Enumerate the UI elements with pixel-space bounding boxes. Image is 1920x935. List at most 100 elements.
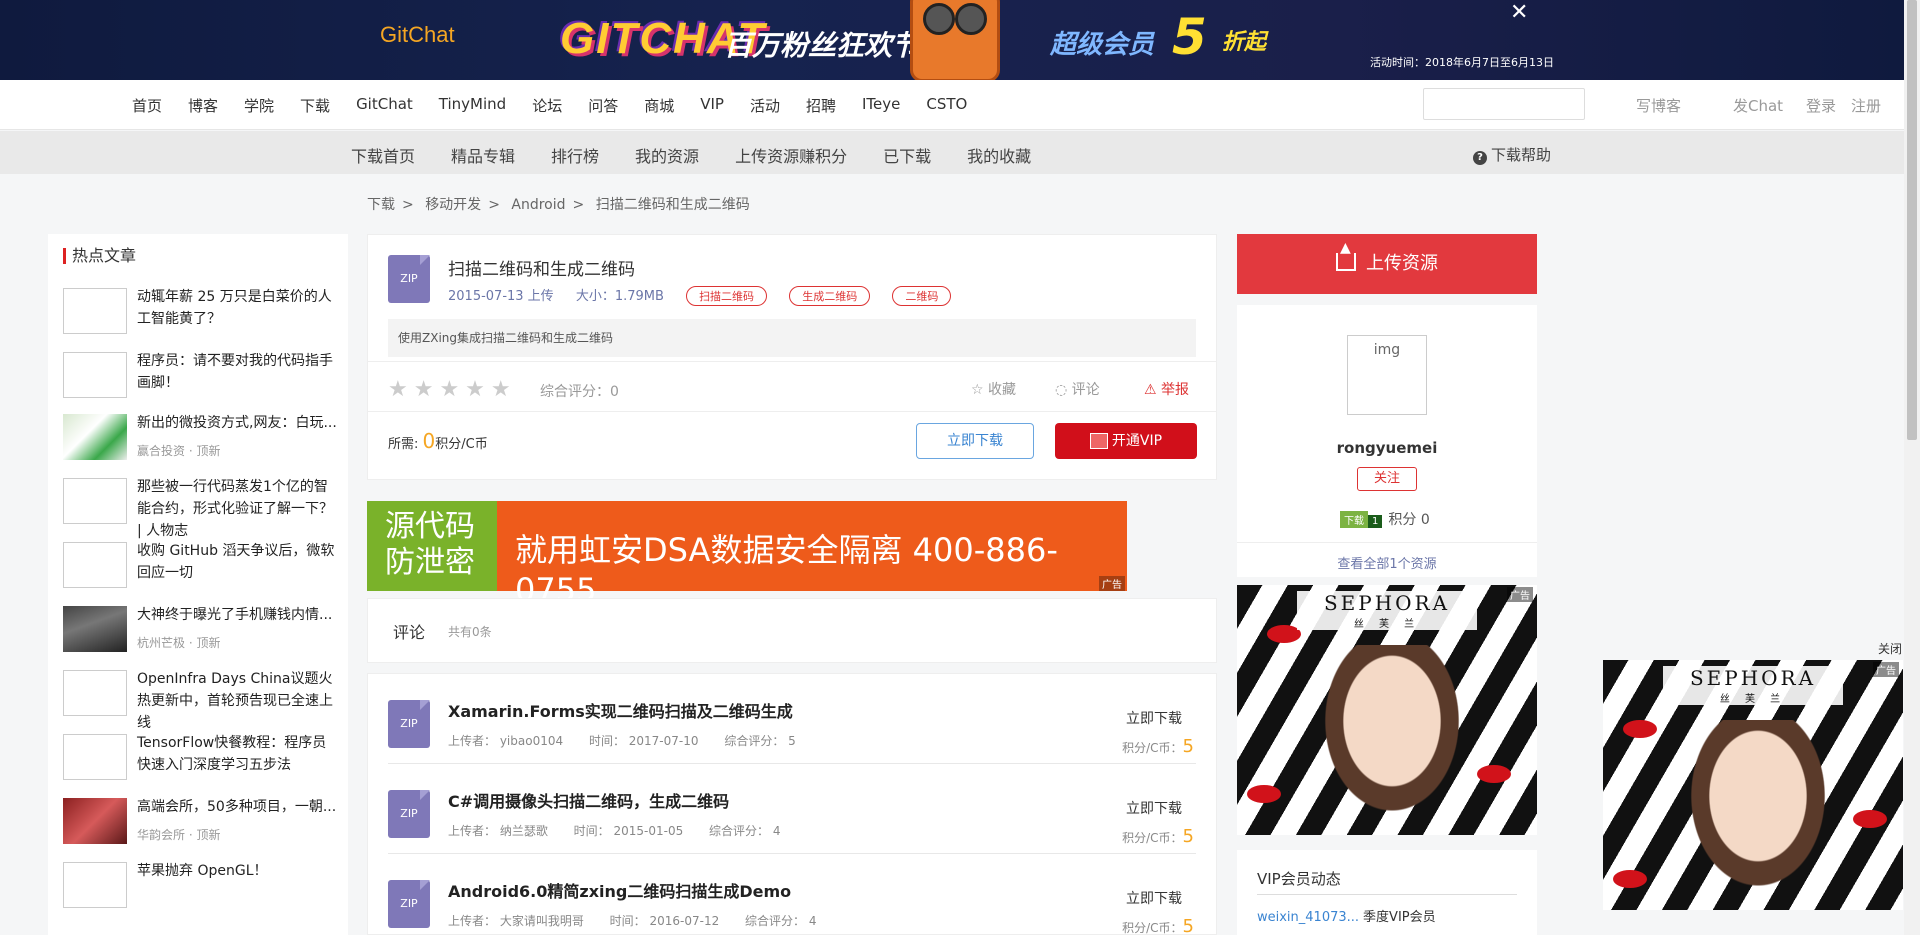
page-scrollbar[interactable] bbox=[1904, 0, 1920, 935]
hot-article-title: 苹果抛弃 OpenGL！ bbox=[137, 863, 268, 879]
rating-stars[interactable]: ★★★★★ bbox=[388, 377, 517, 402]
list-item: ZIP Android6.0精简zxing二维码扫描生成Demo 上传者： 大家… bbox=[388, 854, 1196, 935]
hot-article[interactable]: 动辄年薪 25 万只是白菜价的人工智能黄了？ bbox=[63, 286, 343, 336]
related-points: 积分/C币：5 bbox=[1122, 736, 1194, 757]
tag-qr[interactable]: 二维码 bbox=[892, 286, 952, 306]
breadcrumb-mobile-dev[interactable]: 移动开发 bbox=[425, 197, 481, 213]
zip-file-icon: ZIP bbox=[388, 255, 430, 303]
comments-section: 评论 共有0条 bbox=[367, 598, 1217, 663]
favorite-button[interactable]: ☆ 收藏 bbox=[971, 379, 1016, 399]
hot-article[interactable]: 新出的微投资方式,网友：白玩... 赢合投资 · 顶新 bbox=[63, 412, 343, 462]
hot-article-title: TensorFlow快餐教程：程序员快速入门深度学习五步法 bbox=[137, 735, 327, 773]
nav-events[interactable]: 活动 bbox=[750, 95, 780, 116]
write-blog-link[interactable]: 写博客 bbox=[1636, 95, 1681, 116]
nav-blog[interactable]: 博客 bbox=[188, 95, 218, 116]
search-input[interactable] bbox=[1423, 88, 1585, 120]
nav-vip[interactable]: VIP bbox=[700, 95, 724, 116]
nav-download[interactable]: 下载 bbox=[300, 95, 330, 116]
article-thumbnail bbox=[63, 478, 127, 524]
related-title[interactable]: Android6.0精简zxing二维码扫描生成Demo bbox=[448, 878, 791, 902]
open-vip-button[interactable]: 开通VIP bbox=[1055, 423, 1197, 459]
favorite-label: 收藏 bbox=[988, 382, 1017, 398]
main-nav: 首页 博客 学院 下载 GitChat TinyMind 论坛 问答 商城 VI… bbox=[0, 80, 1904, 130]
zip-file-icon: ZIP bbox=[388, 700, 430, 748]
related-uploader: 上传者： 纳兰瑟歌 bbox=[448, 824, 548, 838]
download-now-button[interactable]: 立即下载 bbox=[916, 423, 1034, 459]
related-title[interactable]: C#调用摄像头扫描二维码，生成二维码 bbox=[448, 788, 729, 812]
article-thumbnail bbox=[63, 798, 127, 844]
report-button[interactable]: ⚠ 举报 bbox=[1144, 379, 1189, 399]
hot-article[interactable]: TensorFlow快餐教程：程序员快速入门深度学习五步法 bbox=[63, 732, 343, 782]
subnav-my-favorites[interactable]: 我的收藏 bbox=[967, 143, 1031, 167]
subnav-downloaded[interactable]: 已下载 bbox=[883, 143, 931, 167]
nav-qa[interactable]: 问答 bbox=[588, 95, 618, 116]
hot-article[interactable]: 苹果抛弃 OpenGL！ bbox=[63, 860, 343, 910]
nav-forum[interactable]: 论坛 bbox=[532, 95, 562, 116]
vip-user-link[interactable]: weixin_41073... bbox=[1257, 910, 1359, 925]
warning-icon: ⚠ bbox=[1144, 382, 1162, 398]
nav-gitchat[interactable]: GitChat bbox=[356, 95, 413, 116]
follow-button[interactable]: 关注 bbox=[1357, 467, 1417, 491]
tag-scan-qr[interactable]: 扫描二维码 bbox=[686, 286, 768, 306]
comment-label: 评论 bbox=[1071, 382, 1100, 398]
lips-icon bbox=[1267, 625, 1301, 643]
chat-bubble-icon: ◌ bbox=[1055, 382, 1072, 398]
nav-tinymind[interactable]: TinyMind bbox=[439, 95, 506, 116]
breadcrumb-current[interactable]: 扫描二维码和生成二维码 bbox=[596, 197, 750, 213]
lips-icon bbox=[1247, 785, 1281, 803]
avatar[interactable]: img bbox=[1347, 335, 1427, 415]
hot-article[interactable]: 收购 GitHub 滔天争议后，微软回应一切 bbox=[63, 540, 343, 590]
dsa-ad-banner[interactable]: 源代码防泄密 就用虹安DSA数据安全隔离 400-886-0755 广告 bbox=[367, 501, 1127, 609]
article-thumbnail bbox=[63, 670, 127, 716]
lips-icon bbox=[1853, 810, 1887, 828]
related-title[interactable]: Xamarin.Forms实现二维码扫描及二维码生成 bbox=[448, 698, 793, 722]
upload-icon bbox=[1336, 241, 1356, 271]
sephora-ad[interactable]: SEPHORA 丝 芙 兰 广告 bbox=[1237, 585, 1537, 835]
promo-brand: GitChat bbox=[380, 22, 455, 47]
star-outline-icon: ☆ bbox=[971, 382, 989, 398]
resource-date: 2015-07-13 上传 bbox=[448, 289, 554, 304]
download-help-link[interactable]: ? 下载帮助 bbox=[1473, 144, 1551, 165]
question-icon: ? bbox=[1473, 151, 1487, 165]
download-subnav: 下载首页 精品专辑 排行榜 我的资源 上传资源赚积分 已下载 我的收藏 ? 下载帮… bbox=[0, 131, 1904, 174]
hot-article[interactable]: 程序员：请不要对我的代码指手画脚！ bbox=[63, 350, 343, 400]
subnav-ranking[interactable]: 排行榜 bbox=[551, 143, 599, 167]
nav-csto[interactable]: CSTO bbox=[926, 95, 967, 116]
hot-article[interactable]: 高端会所，50多种项目，一朝... 华韵会所 · 顶新 bbox=[63, 796, 343, 846]
view-all-resources-link[interactable]: 查看全部1个资源 bbox=[1237, 542, 1537, 572]
related-download-link[interactable]: 立即下载 bbox=[1126, 798, 1182, 818]
promo-close-icon[interactable]: ✕ bbox=[1510, 0, 1528, 25]
nav-iteye[interactable]: ITeye bbox=[862, 95, 900, 116]
subnav-my-resources[interactable]: 我的资源 bbox=[635, 143, 699, 167]
hot-article[interactable]: 那些被一行代码蒸发1个亿的智能合约，形式化验证了解一下？ | 人物志 bbox=[63, 476, 343, 539]
scrollbar-thumb[interactable] bbox=[1907, 0, 1917, 440]
float-ad-close-button[interactable]: 关闭 bbox=[1878, 640, 1902, 657]
tag-gen-qr[interactable]: 生成二维码 bbox=[789, 286, 871, 306]
floating-sephora-ad[interactable]: SEPHORA 丝 芙 兰 广告 bbox=[1603, 660, 1903, 910]
related-download-link[interactable]: 立即下载 bbox=[1126, 708, 1182, 728]
breadcrumb-download[interactable]: 下载 bbox=[367, 197, 395, 213]
robot-illustration bbox=[910, 0, 1000, 80]
login-link[interactable]: 登录 bbox=[1806, 95, 1836, 116]
nav-mall[interactable]: 商城 bbox=[644, 95, 674, 116]
comment-button[interactable]: ◌ 评论 bbox=[1055, 379, 1100, 399]
promo-banner[interactable]: GitChat GITCHAT 百万粉丝狂欢节 超级会员 5 折起 活动时间：2… bbox=[0, 0, 1904, 80]
send-chat-link[interactable]: 发Chat bbox=[1733, 95, 1783, 116]
report-label: 举报 bbox=[1161, 382, 1190, 398]
subnav-upload-earn[interactable]: 上传资源赚积分 bbox=[735, 143, 847, 167]
upload-resource-button[interactable]: 上传资源 bbox=[1237, 234, 1537, 294]
uploader-name[interactable]: rongyuemei bbox=[1237, 439, 1537, 457]
related-download-link[interactable]: 立即下载 bbox=[1126, 888, 1182, 908]
resource-description: 使用ZXing集成扫描二维码和生成二维码 bbox=[388, 319, 1196, 357]
breadcrumb-android[interactable]: Android bbox=[511, 197, 565, 213]
resource-score: 综合评分：0 bbox=[540, 384, 619, 400]
nav-home[interactable]: 首页 bbox=[132, 95, 162, 116]
hot-article[interactable]: 大神终于曝光了手机赚钱内情... 杭州芒极 · 顶新 bbox=[63, 604, 343, 654]
nav-academy[interactable]: 学院 bbox=[244, 95, 274, 116]
subnav-featured[interactable]: 精品专辑 bbox=[451, 143, 515, 167]
register-link[interactable]: 注册 bbox=[1851, 95, 1881, 116]
subnav-download-home[interactable]: 下载首页 bbox=[351, 143, 415, 167]
hot-article[interactable]: OpenInfra Days China议题火热更新中，首轮预告现已全速上线 bbox=[63, 668, 343, 731]
ad-label: 广告 bbox=[1873, 662, 1899, 677]
nav-jobs[interactable]: 招聘 bbox=[806, 95, 836, 116]
